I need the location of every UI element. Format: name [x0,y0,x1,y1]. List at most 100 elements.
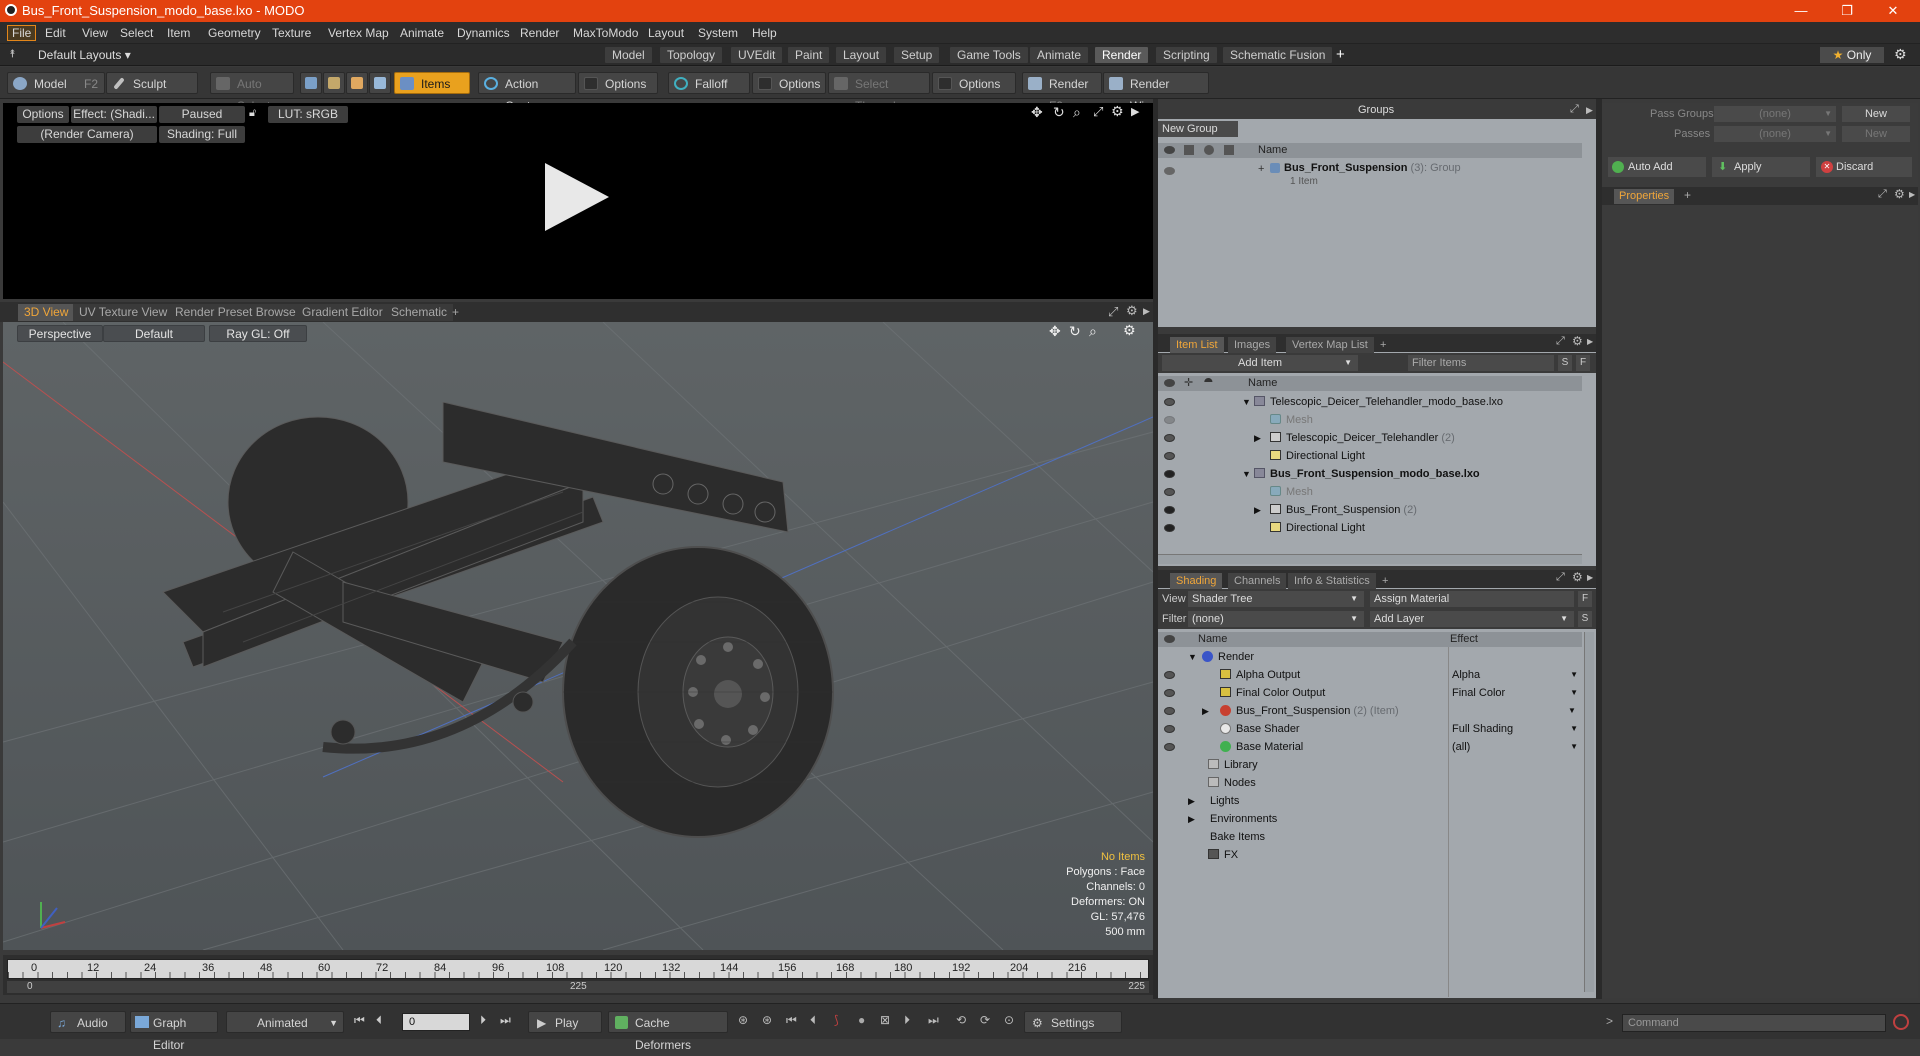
record-icon[interactable]: ● [858,1013,865,1027]
items-button[interactable]: Items [394,72,470,94]
eye-icon[interactable] [1164,707,1175,715]
tab-layout[interactable]: Layout [836,47,887,63]
timeline[interactable]: 0 12 24 36 48 60 72 84 96 108 120 132 14… [3,955,1153,995]
tab-schematic[interactable]: Schematic [385,304,454,321]
select-through-options-button[interactable]: Options [932,72,1016,94]
tab-vertex-map-list[interactable]: Vertex Map List [1286,337,1374,353]
tab-game-tools[interactable]: Game Tools [950,47,1028,63]
render-camera-dropdown[interactable]: (Render Camera) [17,126,157,143]
select-through-button[interactable]: Select Through [828,72,930,113]
list-item[interactable]: Mesh [1158,483,1582,501]
effect-dropdown[interactable]: Effect: (Shadi... [71,106,157,123]
range-bar[interactable]: 0 225 225 [7,981,1149,993]
key-select-icon[interactable]: ⊠ [880,1013,890,1027]
tab-gradient-editor[interactable]: Gradient Editor [296,304,389,321]
discard-button[interactable]: ✕ Discard [1816,157,1912,177]
maximize-icon[interactable]: ⤢ [1878,188,1887,201]
loop-icon[interactable]: ⊙ [1004,1013,1014,1027]
f-toggle[interactable]: F [1576,355,1590,371]
list-item[interactable]: ▼ Telescopic_Deicer_Telehandler_modo_base… [1158,393,1582,411]
expand-arrow-icon[interactable]: ▶ [1909,190,1915,199]
maximize-icon[interactable]: ⤢ [1093,104,1103,120]
model-button[interactable]: Model F2 [7,72,105,94]
audio-button[interactable]: ♫ Audio [50,1011,126,1033]
add-tab-icon[interactable]: + [1376,573,1394,589]
eye-icon[interactable] [1164,506,1175,514]
tab-schematic-fusion[interactable]: Schematic Fusion [1223,47,1333,63]
sync-icon[interactable]: ⟲ [956,1013,966,1027]
eye-icon[interactable] [1164,416,1175,424]
add-layout-icon[interactable]: + [1336,46,1345,63]
tab-scripting[interactable]: Scripting [1156,47,1217,63]
minimize-icon[interactable]: — [1778,0,1824,22]
shader-row-base-shader[interactable]: Base Shader Full Shading ▼ [1158,720,1582,738]
raygl-dropdown[interactable]: Ray GL: Off [209,325,307,342]
list-item[interactable]: Directional Light [1158,519,1582,537]
select-materials-button[interactable] [369,72,391,94]
expand-icon[interactable]: ▶ [1254,501,1261,519]
effect-dropdown[interactable]: Final Color ▼ [1452,684,1578,702]
paused-button[interactable]: Paused [159,106,245,123]
maximize-icon[interactable]: ⤢ [1556,335,1565,348]
menu-view[interactable]: View [82,26,108,40]
close-icon[interactable]: ✕ [1870,0,1916,22]
collapse-icon[interactable]: ▼ [1242,465,1251,483]
expand-icon[interactable]: ▶ [1188,792,1195,810]
group-expand-icon[interactable]: + [1258,163,1264,175]
rotate-icon[interactable]: ↻ [1069,323,1081,340]
gear-icon[interactable]: ⚙ [1572,334,1583,348]
maximize-icon[interactable]: ⤢ [1108,304,1118,320]
key-remove-icon[interactable]: ⏴ [810,1013,816,1028]
menu-geometry[interactable]: Geometry [208,26,261,40]
menu-help[interactable]: Help [752,26,777,40]
select-edges-button[interactable] [323,72,345,94]
tab-item-list[interactable]: Item List [1170,337,1224,353]
prev-frame-icon[interactable]: ⏴ [376,1013,382,1028]
action-center-button[interactable]: Action Center [478,72,576,113]
expand-icon[interactable]: ▶ [1188,810,1195,828]
shader-row-nodes[interactable]: Nodes [1158,774,1582,792]
eye-icon[interactable] [1164,743,1175,751]
gear-icon[interactable]: ⚙ [1126,303,1138,319]
render-button[interactable]: Render F9 [1022,72,1102,113]
layout-arrow-icon[interactable]: ⯭ [9,48,16,61]
expand-arrow-icon[interactable]: ▶ [1587,573,1593,582]
shader-row-material-group[interactable]: ▶ Bus_Front_Suspension (2) (Item) ▼ [1158,702,1582,720]
effect-dropdown-arrow[interactable]: ▼ [1568,702,1576,720]
command-history-icon[interactable] [1893,1014,1909,1030]
collapse-icon[interactable]: ▼ [1242,393,1251,411]
shader-row-fx[interactable]: FX [1158,846,1582,864]
menu-dynamics[interactable]: Dynamics [457,26,510,40]
effect-dropdown[interactable]: Full Shading ▼ [1452,720,1578,738]
tab-model[interactable]: Model [605,47,652,63]
list-item[interactable]: ▶ Telescopic_Deicer_Telehandler (2) [1158,429,1582,447]
perspective-dropdown[interactable]: Perspective [17,325,103,342]
add-viewport-tab-icon[interactable]: + [446,304,465,321]
menu-animate[interactable]: Animate [400,26,444,40]
falloff-button[interactable]: Falloff [668,72,750,94]
add-item-dropdown[interactable]: Add Item ▼ [1162,355,1358,371]
list-item[interactable]: ▶ Bus_Front_Suspension (2) [1158,501,1582,519]
pan-icon[interactable]: ✥ [1031,104,1043,121]
panel-divider[interactable] [1596,99,1602,999]
collapse-icon[interactable]: ▼ [1188,648,1197,666]
eye-icon[interactable] [1164,452,1175,460]
add-tab-icon[interactable]: + [1684,188,1691,202]
eye-icon[interactable] [1164,434,1175,442]
shading-vscrollbar[interactable] [1584,632,1594,992]
menu-texture[interactable]: Texture [272,26,311,40]
tab-uvedit[interactable]: UVEdit [731,47,783,63]
restore-icon[interactable]: ❐ [1824,0,1870,22]
maximize-icon[interactable]: ⤢ [1556,571,1565,584]
group-row[interactable]: + Bus_Front_Suspension (3): Group 1 Item [1158,161,1582,193]
filter-dropdown[interactable]: (none) ▼ [1188,611,1364,627]
f-toggle[interactable]: F [1578,591,1592,607]
apply-button[interactable]: ⬇ Apply [1712,157,1810,177]
tab-topology[interactable]: Topology [660,47,723,63]
command-input[interactable]: Command [1622,1014,1886,1032]
panel-divider[interactable] [1153,99,1158,999]
gear-icon[interactable]: ⚙ [1111,103,1124,120]
eye-icon[interactable] [1164,398,1175,406]
eye-icon[interactable] [1164,725,1175,733]
next-frame-icon[interactable]: ⏵ [480,1013,486,1028]
